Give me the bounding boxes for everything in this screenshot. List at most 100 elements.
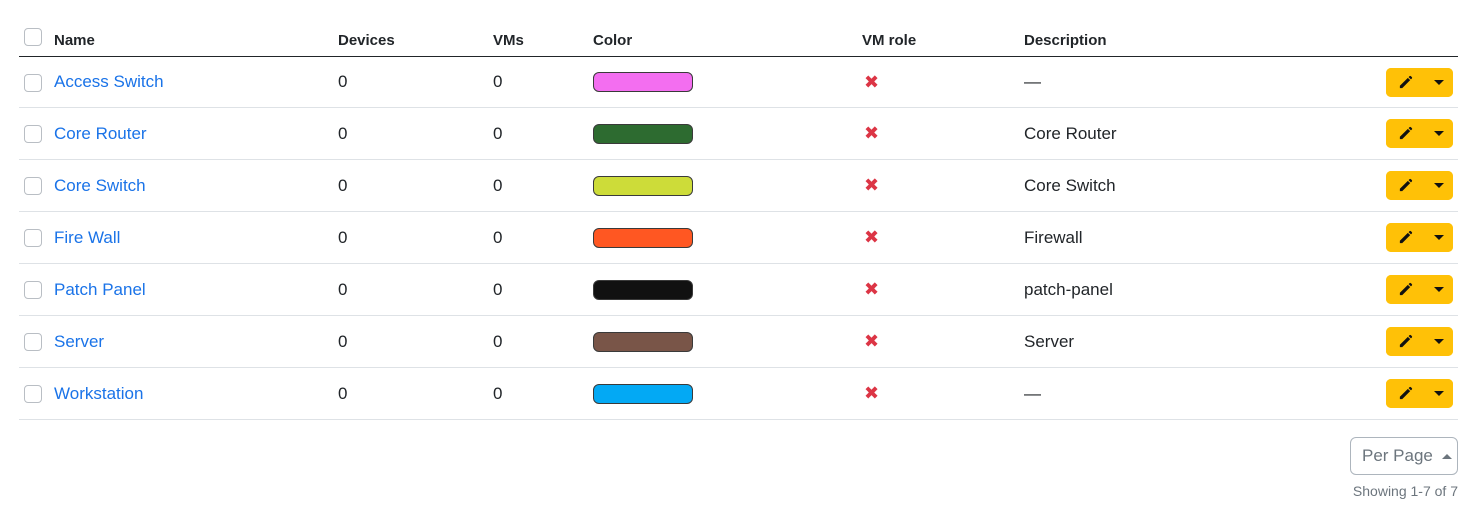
column-header-name[interactable]: Name bbox=[54, 14, 338, 57]
device-role-link[interactable]: Server bbox=[54, 332, 104, 351]
color-swatch bbox=[593, 72, 693, 93]
per-page-label: Per Page bbox=[1362, 446, 1433, 465]
caret-down-icon bbox=[1433, 235, 1444, 240]
column-header-color[interactable]: Color bbox=[593, 14, 862, 57]
row-checkbox[interactable] bbox=[24, 229, 42, 248]
color-cell bbox=[593, 367, 862, 420]
actions-dropdown-toggle[interactable] bbox=[1424, 379, 1453, 408]
devices-cell: 0 bbox=[338, 159, 493, 212]
pencil-icon bbox=[1399, 75, 1412, 88]
edit-button[interactable] bbox=[1386, 67, 1424, 97]
color-swatch bbox=[593, 383, 693, 404]
x-mark-icon: ✖ bbox=[864, 331, 880, 351]
device-role-link[interactable]: Workstation bbox=[54, 384, 143, 403]
edit-button[interactable] bbox=[1386, 379, 1424, 408]
row-actions-group bbox=[1386, 275, 1453, 304]
actions-cell bbox=[1364, 159, 1458, 212]
device-role-link[interactable]: Fire Wall bbox=[54, 228, 120, 247]
device-role-link[interactable]: Core Router bbox=[54, 124, 147, 143]
color-cell bbox=[593, 315, 862, 368]
row-checkbox[interactable] bbox=[24, 281, 42, 300]
name-cell: Server bbox=[54, 315, 338, 368]
row-checkbox[interactable] bbox=[24, 73, 42, 92]
device-role-link[interactable]: Patch Panel bbox=[54, 280, 146, 299]
select-all-checkbox[interactable] bbox=[24, 28, 42, 47]
x-mark-icon: ✖ bbox=[864, 175, 880, 195]
description-cell: — bbox=[1024, 56, 1364, 108]
row-actions-group bbox=[1386, 223, 1453, 252]
column-header-actions bbox=[1364, 14, 1458, 57]
x-mark-icon: ✖ bbox=[864, 123, 880, 143]
device-role-link[interactable]: Core Switch bbox=[54, 176, 146, 195]
name-cell: Patch Panel bbox=[54, 263, 338, 316]
actions-dropdown-toggle[interactable] bbox=[1424, 67, 1453, 97]
name-cell: Fire Wall bbox=[54, 211, 338, 264]
color-swatch bbox=[593, 279, 693, 300]
name-cell: Access Switch bbox=[54, 56, 338, 108]
actions-cell bbox=[1364, 107, 1458, 160]
table-row: Access Switch 0 0 ✖ — bbox=[19, 56, 1458, 108]
vms-cell: 0 bbox=[493, 211, 593, 264]
x-mark-icon: ✖ bbox=[864, 71, 880, 92]
color-cell bbox=[593, 211, 862, 264]
description-cell: Core Router bbox=[1024, 107, 1364, 160]
row-checkbox[interactable] bbox=[24, 333, 42, 352]
edit-button[interactable] bbox=[1386, 223, 1424, 252]
actions-dropdown-toggle[interactable] bbox=[1424, 171, 1453, 200]
actions-dropdown-toggle[interactable] bbox=[1424, 327, 1453, 356]
caret-down-icon bbox=[1433, 287, 1444, 292]
row-actions-group bbox=[1386, 119, 1453, 148]
actions-dropdown-toggle[interactable] bbox=[1424, 275, 1453, 304]
vms-cell: 0 bbox=[493, 315, 593, 368]
pencil-icon bbox=[1399, 282, 1412, 296]
column-header-vms[interactable]: VMs bbox=[493, 14, 593, 57]
color-swatch bbox=[593, 123, 693, 144]
actions-dropdown-toggle[interactable] bbox=[1424, 223, 1453, 252]
description-cell: — bbox=[1024, 367, 1364, 420]
column-header-devices[interactable]: Devices bbox=[338, 14, 493, 57]
x-mark-icon: ✖ bbox=[864, 227, 880, 247]
edit-button[interactable] bbox=[1386, 327, 1424, 356]
caret-up-icon bbox=[1441, 453, 1452, 459]
color-cell bbox=[593, 56, 862, 108]
edit-button[interactable] bbox=[1386, 119, 1424, 148]
vms-cell: 0 bbox=[493, 159, 593, 212]
device-roles-panel: Name Devices VMs Color VM role Descripti… bbox=[0, 0, 1469, 512]
vm-role-cell: ✖ bbox=[862, 211, 1024, 264]
vm-role-cell: ✖ bbox=[862, 367, 1024, 420]
table-row: Server 0 0 ✖ Server bbox=[19, 315, 1458, 368]
row-checkbox[interactable] bbox=[24, 177, 42, 196]
edit-button[interactable] bbox=[1386, 275, 1424, 304]
device-role-link[interactable]: Access Switch bbox=[54, 72, 164, 91]
vm-role-cell: ✖ bbox=[862, 56, 1024, 108]
row-select-cell bbox=[19, 107, 54, 160]
devices-cell: 0 bbox=[338, 56, 493, 108]
row-actions-group bbox=[1386, 67, 1453, 97]
vm-role-cell: ✖ bbox=[862, 263, 1024, 316]
row-checkbox[interactable] bbox=[24, 385, 42, 404]
actions-dropdown-toggle[interactable] bbox=[1424, 119, 1453, 148]
per-page-dropdown[interactable]: Per Page bbox=[1350, 437, 1458, 475]
device-roles-table: Name Devices VMs Color VM role Descripti… bbox=[19, 14, 1458, 420]
row-checkbox[interactable] bbox=[24, 125, 42, 144]
edit-button[interactable] bbox=[1386, 171, 1424, 200]
vms-cell: 0 bbox=[493, 107, 593, 160]
pencil-icon bbox=[1399, 178, 1412, 192]
devices-cell: 0 bbox=[338, 315, 493, 368]
color-cell bbox=[593, 107, 862, 160]
vms-cell: 0 bbox=[493, 56, 593, 108]
devices-cell: 0 bbox=[338, 263, 493, 316]
actions-cell bbox=[1364, 367, 1458, 420]
color-swatch bbox=[593, 175, 693, 196]
actions-cell bbox=[1364, 211, 1458, 264]
caret-down-icon bbox=[1433, 131, 1444, 136]
description-cell: patch-panel bbox=[1024, 263, 1364, 316]
x-mark-icon: ✖ bbox=[864, 279, 880, 299]
caret-down-icon bbox=[1433, 339, 1444, 344]
vms-cell: 0 bbox=[493, 263, 593, 316]
column-header-description[interactable]: Description bbox=[1024, 14, 1364, 57]
caret-down-icon bbox=[1433, 79, 1444, 85]
row-select-cell bbox=[19, 56, 54, 108]
row-actions-group bbox=[1386, 327, 1453, 356]
column-header-vm-role[interactable]: VM role bbox=[862, 14, 1024, 57]
